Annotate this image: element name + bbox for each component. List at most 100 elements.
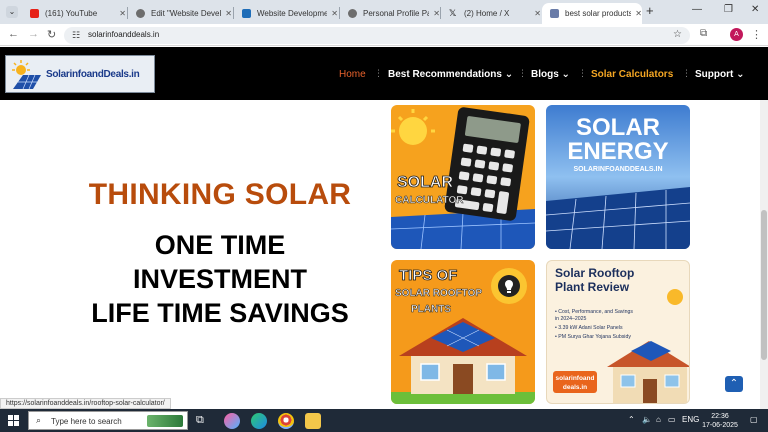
card-review-badge1: solarinfoand [555,375,594,382]
card-review-badge2: deals.in [563,384,587,391]
card-rooftop-plant-review[interactable]: Solar Rooftop Plant Review • Cost, Perfo… [546,260,690,404]
extensions-icon[interactable]: ⧉ [700,28,707,39]
site-icon [242,9,251,18]
nav-home[interactable]: Home [339,69,366,80]
nav-divider: ⋮ [682,68,691,78]
card-review-line2: Plant Review [555,280,630,294]
chrome-icon[interactable] [278,413,294,429]
card-energy-line2: ENERGY [567,138,668,165]
tray-chevron-icon[interactable]: ⌃ [628,415,635,424]
card-calc-line1: SOLAR [397,174,453,191]
tab-title: (161) YouTube [45,9,98,18]
copilot-icon[interactable] [224,413,240,429]
tab-title: (2) Home / X [464,9,510,18]
hero-line-3: LIFE TIME SAVINGS [91,298,349,328]
tab-edit-website[interactable]: Edit "Website Develop ✕ [128,3,232,24]
close-icon[interactable]: ✕ [433,9,440,18]
taskbar-clock[interactable]: 22:36 17-06-2025 [700,412,740,430]
edge-icon[interactable] [251,413,267,429]
url-text: solarinfoanddeals.in [88,30,160,39]
close-icon[interactable]: ✕ [119,9,126,18]
tab-best-solar-products[interactable]: best solar products fo ✕ [542,3,642,24]
site-header: SolarinfoandDeals.in Home ⋮ Best Recomme… [0,47,768,100]
close-icon[interactable]: ✕ [534,9,541,18]
battery-icon[interactable]: ▭ [668,415,676,424]
profile-avatar[interactable]: A [730,28,743,41]
card-tips-line1: TIPS OF [399,267,457,284]
close-window-icon[interactable]: ✕ [751,4,759,15]
card-review-bullet-1b: in 2024–2025 [555,316,587,322]
nav-divider: ⋮ [374,68,383,78]
card-energy-line1: SOLAR [576,114,660,141]
tab-title: Edit "Website Develop [151,9,222,18]
language-indicator[interactable]: ENG [682,415,699,424]
card-solar-calculator[interactable]: SOLAR CALCULATOR [391,105,535,249]
card-calc-line2: CALCULATOR [395,195,464,206]
tab-youtube[interactable]: (161) YouTube ✕ [22,3,126,24]
tab-x-home[interactable]: 𝕏 (2) Home / X ✕ [441,3,541,24]
card-review-bullet-2: • 3.39 kW Adani Solar Panels [555,325,623,331]
restore-icon[interactable]: ❐ [724,4,733,15]
solar-logo-icon [12,60,41,90]
taskbar-search-box[interactable]: ⌕ Type here to search [28,411,188,430]
card-energy-site: SOLARINFOANDDEALS.IN [573,166,662,173]
new-tab-button[interactable]: + [646,3,654,18]
nav-best-recommendations[interactable]: Best Recommendations ⌄ [388,69,513,80]
nav-support[interactable]: Support ⌄ [695,69,744,80]
site-info-icon[interactable]: ☷ [72,30,80,41]
tab-search-chevron-icon[interactable]: ⌄ [6,6,18,18]
forward-icon[interactable]: → [28,28,39,40]
site-logo[interactable]: SolarinfoandDeals.in [5,55,155,93]
network-icon[interactable]: ⌂ [656,415,661,424]
speaker-icon[interactable]: 🔈 [642,415,652,424]
status-bar-url: https://solarinfoanddeals.in/rooftop-sol… [0,398,171,409]
site-icon [550,9,559,18]
reload-icon[interactable]: ↻ [47,28,56,41]
address-bar[interactable]: ☷ solarinfoanddeals.in ☆ [64,27,690,44]
tab-strip: ⌄ (161) YouTube ✕ Edit "Website Develop … [0,0,768,24]
tab-website-development[interactable]: Website Development ✕ [234,3,338,24]
windows-taskbar: ⌕ Type here to search ⧉ ⌃ 🔈 ⌂ ▭ ENG 22:3… [0,409,768,432]
nav-solar-calculators[interactable]: Solar Calculators [591,69,673,80]
hero-line-1: ONE TIME [154,230,286,260]
card-solar-energy[interactable]: SOLAR ENERGY SOLARINFOANDDEALS.IN [546,105,690,249]
windows-start-icon[interactable] [8,415,19,426]
tips-rooftop-illustration: TIPS OF SOLAR ROOFTOP PLANTS [391,267,535,404]
menu-kebab-icon[interactable]: ⋮ [751,28,762,41]
card-review-bullet-3: • PM Surya Ghar Yojana Subsidy [555,334,631,340]
task-view-icon[interactable]: ⧉ [196,414,204,427]
nav-divider: ⋮ [518,68,527,78]
minimize-icon[interactable]: — [692,4,702,15]
scroll-to-top-button[interactable]: ⌃ [725,376,743,392]
scrollbar-thumb[interactable] [761,210,767,360]
tab-title: Website Development [257,9,328,18]
close-icon[interactable]: ✕ [635,9,642,18]
logo-text: SolarinfoandDeals.in [46,69,140,80]
search-placeholder: Type here to search [51,417,122,426]
nav-blogs[interactable]: Blogs ⌄ [531,69,570,80]
card-tips-line3: PLANTS [411,304,451,315]
hero-title: THINKING SOLAR [88,178,352,211]
bookmark-star-icon[interactable]: ☆ [673,29,682,40]
tab-personal-profile[interactable]: Personal Profile Page ✕ [340,3,440,24]
close-icon[interactable]: ✕ [331,9,338,18]
clock-time: 22:36 [711,413,729,420]
nav-divider: ⋮ [578,68,587,78]
hero-line-2: INVESTMENT [132,264,307,294]
card-tips-solar-rooftop[interactable]: TIPS OF SOLAR ROOFTOP PLANTS [391,260,535,404]
card-review-bullet-1: • Cost, Performance, and Savings [555,309,633,315]
card-review-line1: Solar Rooftop [555,266,634,280]
tab-title: Personal Profile Page [363,9,430,18]
solar-calculator-illustration: SOLAR CALCULATOR [391,107,535,249]
close-icon[interactable]: ✕ [225,9,232,18]
wordpress-icon [348,9,357,18]
file-explorer-icon[interactable] [305,413,321,429]
clock-date: 17-06-2025 [702,422,738,429]
wordpress-icon [136,9,145,18]
page-scrollbar[interactable] [760,100,768,409]
back-icon[interactable]: ← [8,28,19,40]
search-icon: ⌕ [36,415,42,425]
notification-icon[interactable]: ▢ [750,415,758,424]
solar-energy-illustration: SOLAR ENERGY SOLARINFOANDDEALS.IN [546,114,690,249]
tab-title: best solar products fo [565,9,632,18]
